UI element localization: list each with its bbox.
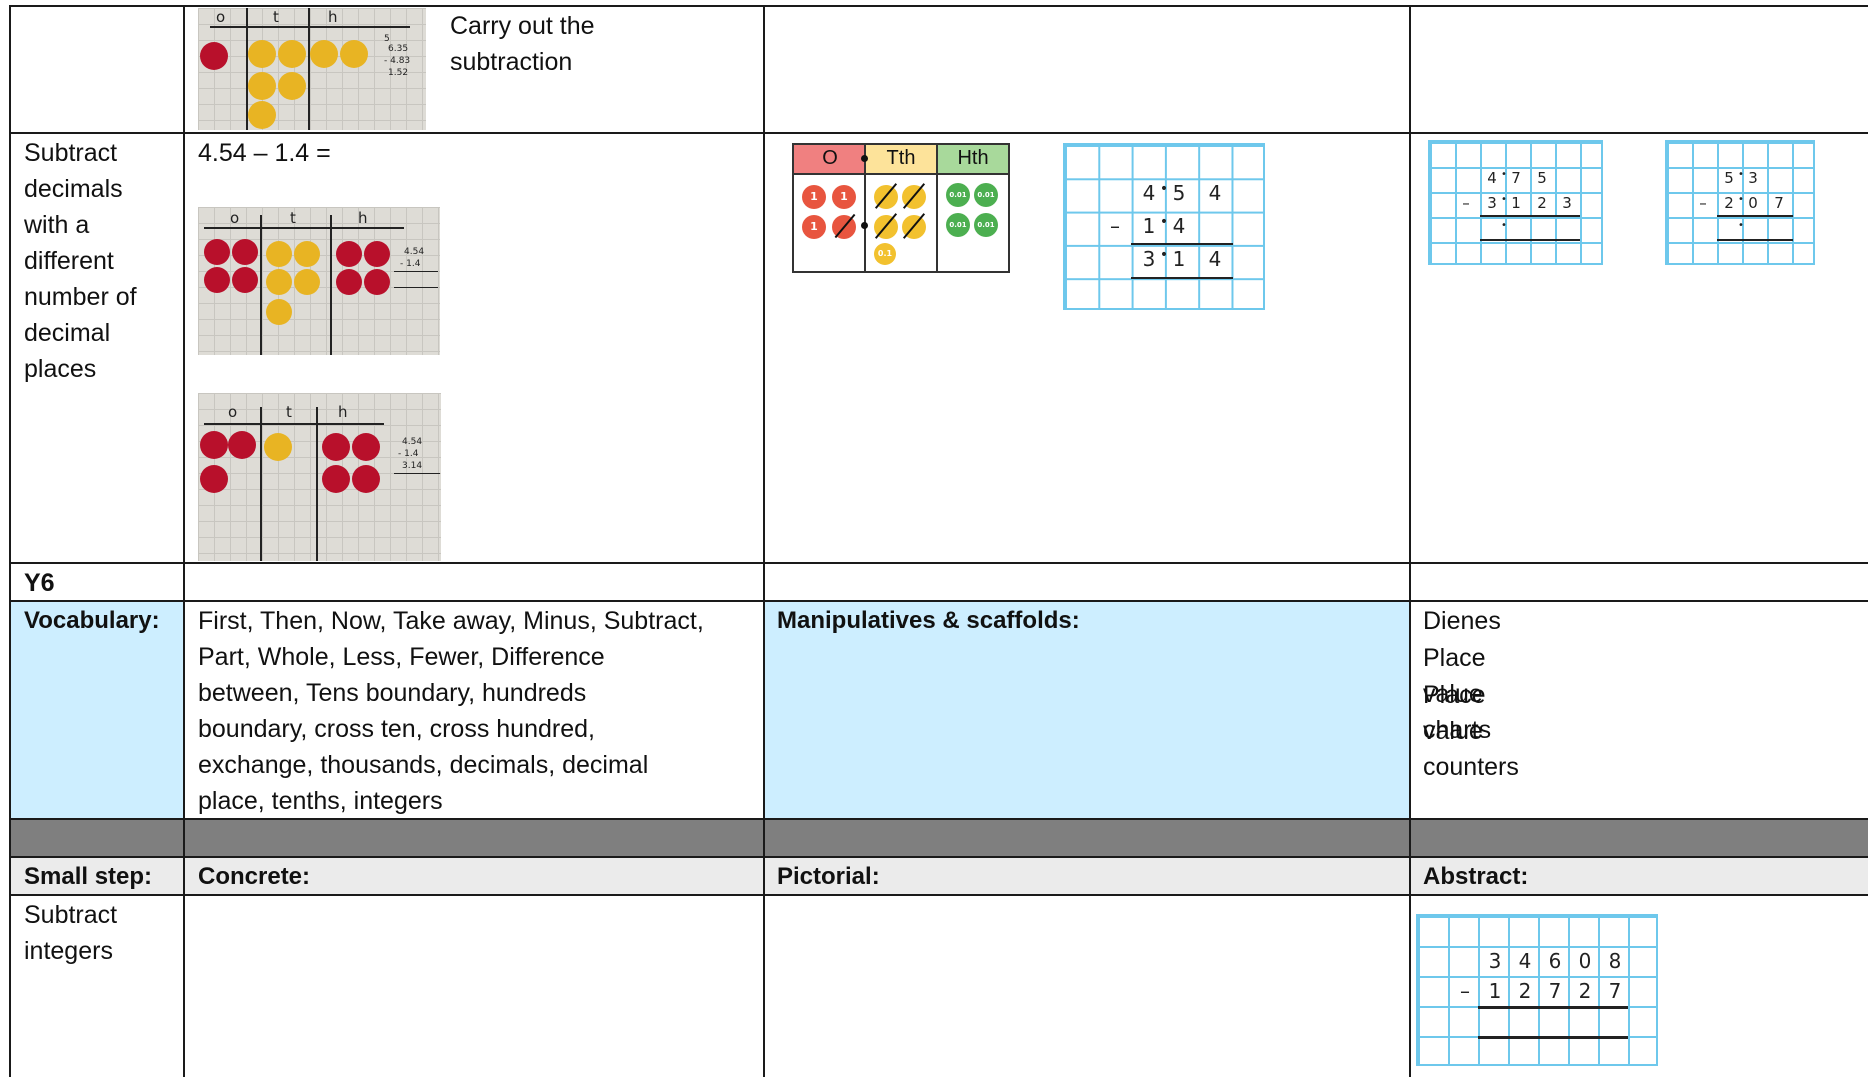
photo-sum: 6.35 — [388, 44, 409, 54]
counter — [248, 72, 276, 100]
table-line — [10, 562, 1868, 564]
hundredths-counter: 0.01 — [974, 213, 998, 237]
pictorial-header: Pictorial: — [777, 863, 880, 890]
photo-sum: 4.54 — [404, 247, 425, 257]
abstract-calc-grid-1: 4 • 7 5 – 3 • 1 2 3 • — [1428, 140, 1603, 265]
hundredths-counter: 0.01 — [974, 183, 998, 207]
concrete-question: 4.54 – 1.4 = — [198, 139, 331, 167]
photo-mark: t — [290, 209, 296, 227]
ones-counter: 1 — [802, 185, 826, 209]
table-line — [9, 5, 11, 1077]
counters-photo-before: o t h 4.54 - 1.4 — [198, 207, 440, 355]
pictorial-calc-grid: 4 • 5 4 – 1 • 4 3 • 1 4 — [1063, 143, 1265, 310]
table-line — [10, 856, 1868, 858]
counter — [248, 101, 276, 129]
photo-mark: o — [230, 209, 240, 227]
year-label: Y6 — [24, 569, 55, 597]
counters-photo: o t h 5 6.35 - 4.83 1.52 — [198, 8, 426, 130]
counter — [200, 42, 228, 70]
tenths-counter: 0.1 — [874, 243, 896, 265]
photo-mark: h — [338, 403, 348, 421]
counter — [278, 72, 306, 100]
manipulatives-item: Dienes — [1423, 607, 1501, 635]
small-step-integers: Subtract integers — [24, 901, 118, 965]
photo-sum: 4.54 — [402, 437, 423, 447]
pvc-header-hundredths: Hth — [938, 145, 1008, 175]
manipulatives-label: Manipulatives & scaffolds: — [777, 607, 1080, 634]
counter — [278, 40, 306, 68]
table-line — [763, 5, 765, 1077]
small-step-decimals: Subtract decimals with a different numbe… — [24, 139, 137, 383]
photo-mark: t — [286, 403, 292, 421]
photo-sum: - 1.4 — [398, 449, 419, 459]
counter — [248, 40, 276, 68]
abstract-header: Abstract: — [1423, 863, 1529, 890]
counter — [310, 40, 338, 68]
manipulatives-item: Place value counters — [1423, 681, 1519, 781]
counter — [340, 40, 368, 68]
abstract-integer-grid: 3 4 6 0 8 – 1 2 7 2 7 — [1416, 914, 1658, 1066]
photo-sum: 1.52 — [388, 68, 409, 78]
vocabulary-label: Vocabulary: — [24, 607, 160, 634]
hundredths-counter: 0.01 — [946, 213, 970, 237]
small-step-header: Small step: — [24, 863, 153, 890]
table-line — [1409, 5, 1411, 1077]
concrete-header: Concrete: — [198, 863, 311, 890]
place-value-chart: O Tth Hth 1 1 1 0.1 0.01 0.01 0.01 0.01 — [792, 143, 1010, 273]
photo-sum: 3.14 — [402, 461, 423, 471]
photo-sum: - 1.4 — [400, 259, 421, 269]
separator-band — [10, 819, 1868, 857]
photo-mark: h — [328, 8, 338, 26]
pvc-header-ones: O — [794, 145, 866, 175]
vocabulary-text: First, Then, Now, Take away, Minus, Subt… — [198, 607, 704, 815]
photo-mark: o — [216, 8, 226, 26]
pvc-header-tenths: Tth — [866, 145, 938, 175]
table-line — [183, 5, 185, 1077]
table-line — [10, 600, 1868, 602]
abstract-calc-grid-2: 5 • 3 – 2 • 0 7 • — [1665, 140, 1815, 265]
photo-mark: t — [273, 8, 279, 26]
photo-sum: 5 — [384, 34, 390, 44]
concrete-caption: Carry out the subtraction — [450, 12, 595, 76]
table-line — [10, 5, 1868, 7]
ones-counter: 1 — [832, 185, 856, 209]
table-line — [10, 132, 1868, 134]
hundredths-counter: 0.01 — [946, 183, 970, 207]
photo-mark: h — [358, 209, 368, 227]
photo-sum: - 4.83 — [384, 56, 411, 66]
counters-photo-after: o t h 4.54 - 1.4 3.14 — [198, 393, 441, 561]
photo-mark: o — [228, 403, 238, 421]
ones-counter: 1 — [802, 215, 826, 239]
